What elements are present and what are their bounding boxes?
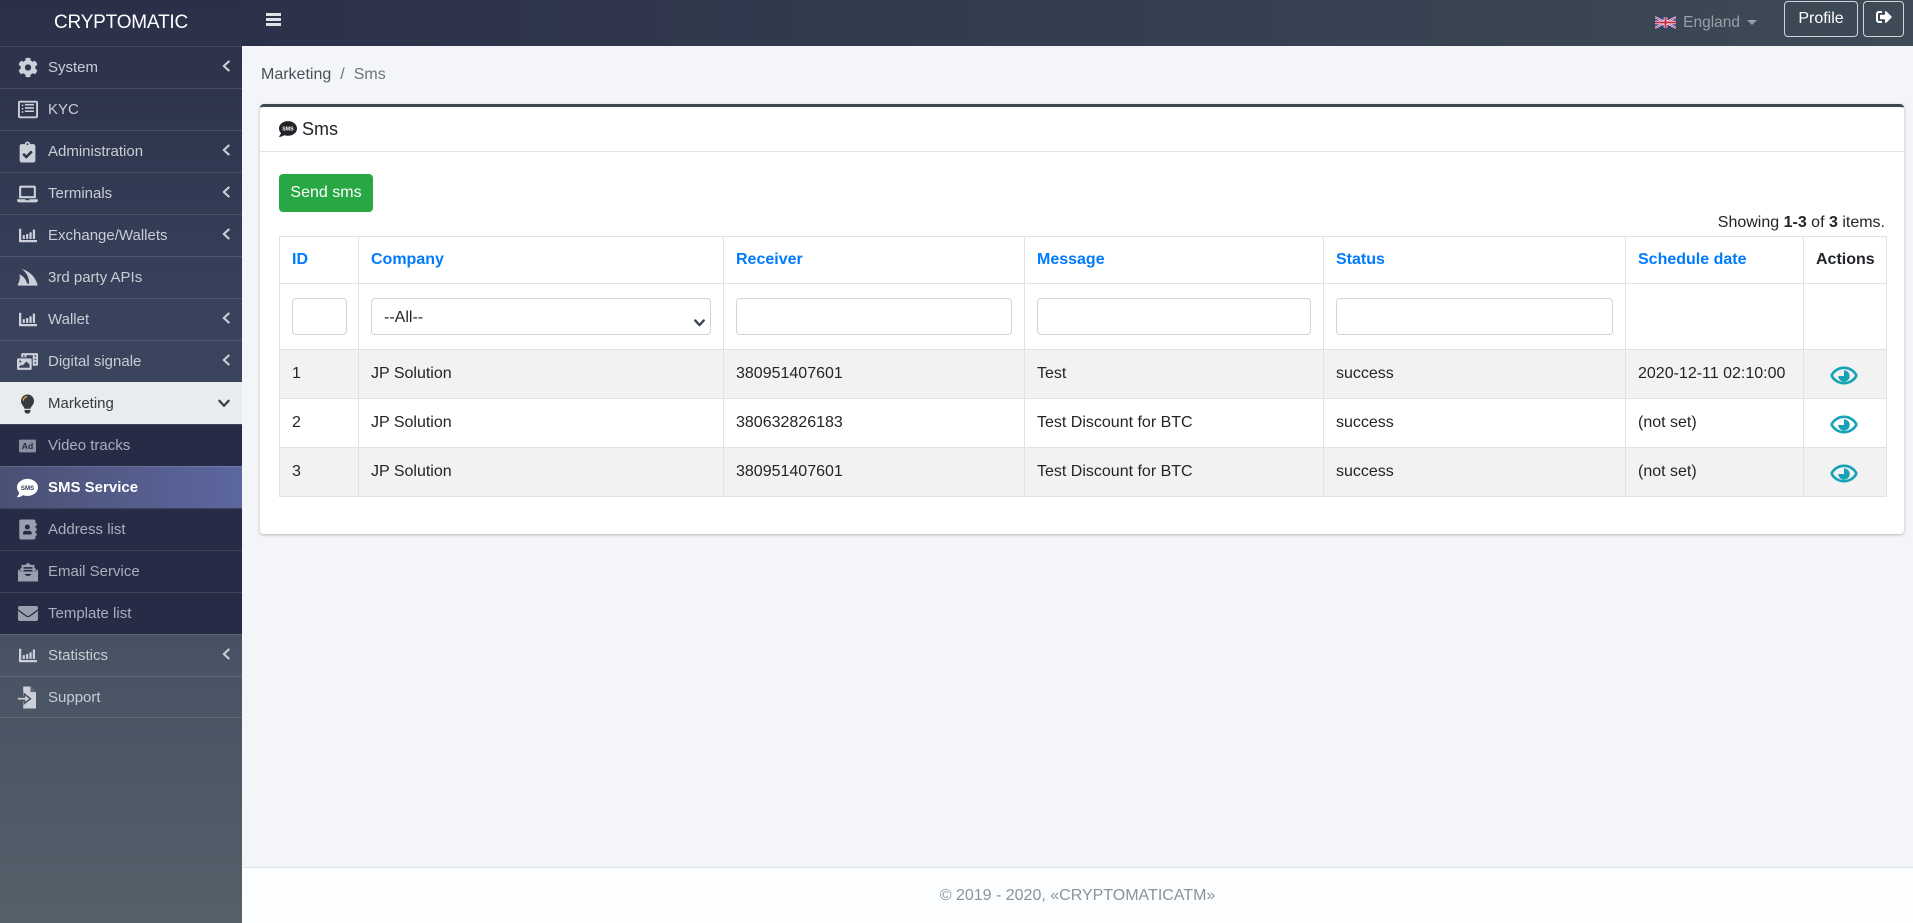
svg-text:SMS: SMS xyxy=(21,484,34,491)
svg-text:Ad: Ad xyxy=(22,440,34,450)
svg-text:SMS: SMS xyxy=(282,127,294,133)
